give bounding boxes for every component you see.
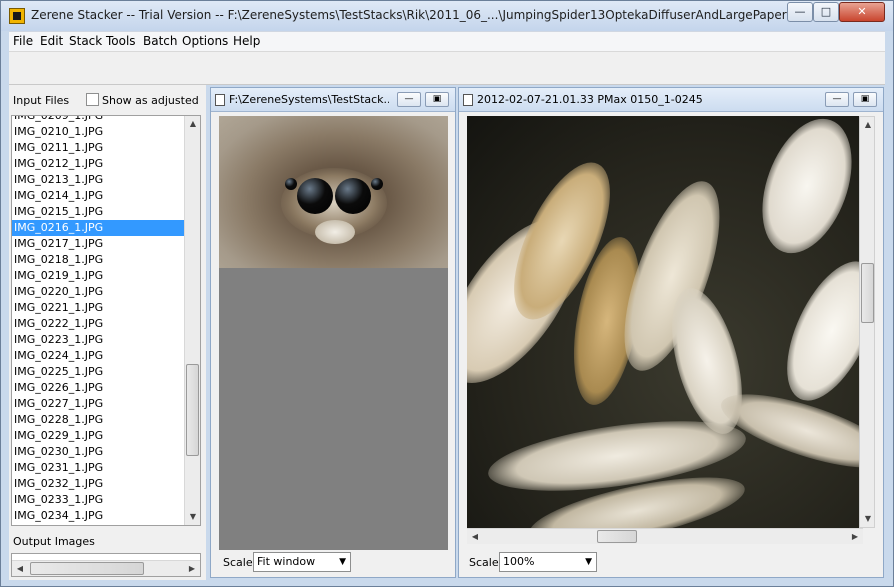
spider-eye-left bbox=[297, 178, 333, 214]
app-icon bbox=[9, 8, 25, 24]
output-image-list[interactable]: ◀ ▶ bbox=[11, 553, 201, 577]
spider-image bbox=[219, 116, 448, 268]
scroll-down-arrow[interactable]: ▼ bbox=[860, 511, 876, 527]
document-icon bbox=[463, 94, 473, 106]
file-list-item[interactable]: IMG_0219_1.JPG bbox=[12, 268, 186, 284]
output-scale-value: 100% bbox=[503, 555, 535, 568]
file-list-item[interactable]: IMG_0222_1.JPG bbox=[12, 316, 186, 332]
output-vscrollbar[interactable]: ▲ ▼ bbox=[859, 116, 875, 528]
hscroll-thumb[interactable] bbox=[30, 562, 144, 575]
file-list-item[interactable]: IMG_0211_1.JPG bbox=[12, 140, 186, 156]
hscroll-thumb[interactable] bbox=[597, 530, 637, 543]
chevron-down-icon: ▼ bbox=[339, 557, 346, 567]
file-list-item[interactable]: IMG_0233_1.JPG bbox=[12, 492, 186, 508]
input-file-list[interactable]: IMG_0209_1.JPG IMG_0210_1.JPG IMG_0211_1.J… bbox=[11, 115, 201, 526]
input-panel-titlebar: F:\ZereneSystems\TestStack... — ▣ bbox=[211, 88, 455, 112]
output-panel-minimize-button[interactable]: — bbox=[825, 92, 849, 107]
file-list-item[interactable]: IMG_0209_1.JPG bbox=[12, 116, 186, 124]
close-button[interactable]: ✕ bbox=[839, 2, 885, 22]
scroll-up-arrow[interactable]: ▲ bbox=[185, 116, 200, 132]
input-scale-value: Fit window bbox=[257, 555, 316, 568]
menu-edit[interactable]: Edit bbox=[40, 34, 63, 48]
file-list-item[interactable]: IMG_0213_1.JPG bbox=[12, 172, 186, 188]
output-panel-maximize-button[interactable]: ▣ bbox=[853, 92, 877, 107]
menu-help[interactable]: Help bbox=[233, 34, 260, 48]
toolbar bbox=[9, 51, 885, 85]
input-files-panel: Input Files Show as adjusted IMG_0209_1.… bbox=[9, 85, 206, 580]
file-list-item[interactable]: IMG_0216_1.JPG bbox=[12, 220, 186, 236]
window-title: Zerene Stacker -- Trial Version -- F:\Ze… bbox=[31, 8, 841, 22]
scroll-right-arrow[interactable]: ▶ bbox=[847, 529, 863, 545]
file-list-item[interactable]: IMG_0225_1.JPG bbox=[12, 364, 186, 380]
minimize-button[interactable]: — bbox=[787, 2, 813, 22]
scroll-up-arrow[interactable]: ▲ bbox=[860, 117, 876, 133]
maximize-button[interactable]: □ bbox=[813, 2, 839, 22]
input-files-label: Input Files bbox=[13, 94, 70, 107]
scroll-down-arrow[interactable]: ▼ bbox=[185, 509, 200, 525]
show-as-adjusted-checkbox[interactable] bbox=[86, 93, 99, 106]
file-list-item[interactable]: IMG_0220_1.JPG bbox=[12, 284, 186, 300]
document-icon bbox=[215, 94, 225, 106]
file-list-item[interactable]: IMG_0224_1.JPG bbox=[12, 348, 186, 364]
file-list-item[interactable]: IMG_0210_1.JPG bbox=[12, 124, 186, 140]
file-list-item[interactable]: IMG_0223_1.JPG bbox=[12, 332, 186, 348]
file-list-item[interactable]: IMG_0218_1.JPG bbox=[12, 252, 186, 268]
menu-bar: File Edit Stack Tools Batch Options Help bbox=[9, 31, 885, 51]
file-list-item[interactable]: IMG_0214_1.JPG bbox=[12, 188, 186, 204]
input-image-panel: F:\ZereneSystems\TestStack... — ▣ Scale … bbox=[210, 87, 456, 578]
title-bar: Zerene Stacker -- Trial Version -- F:\Ze… bbox=[1, 1, 893, 31]
output-list-hscrollbar[interactable]: ◀ ▶ bbox=[12, 560, 200, 576]
menu-options[interactable]: Options bbox=[182, 34, 228, 48]
file-list-item[interactable]: IMG_0234_1.JPG bbox=[12, 508, 186, 524]
output-panel-titlebar: 2012-02-07-21.01.33 PMax 0150_1-0245 — ▣ bbox=[459, 88, 883, 112]
file-list-scrollbar[interactable]: ▲ ▼ bbox=[184, 116, 200, 525]
file-list-item[interactable]: IMG_0212_1.JPG bbox=[12, 156, 186, 172]
file-list-item[interactable]: IMG_0226_1.JPG bbox=[12, 380, 186, 396]
scroll-left-arrow[interactable]: ◀ bbox=[12, 561, 28, 577]
input-panel-title: F:\ZereneSystems\TestStack... bbox=[229, 93, 389, 106]
chevron-down-icon: ▼ bbox=[585, 557, 592, 567]
input-scale-label: Scale bbox=[223, 556, 253, 569]
scroll-thumb[interactable] bbox=[186, 364, 199, 456]
output-images-label: Output Images bbox=[13, 535, 95, 548]
file-list-item[interactable]: IMG_0230_1.JPG bbox=[12, 444, 186, 460]
spider-eye-right bbox=[335, 178, 371, 214]
app-window: Zerene Stacker -- Trial Version -- F:\Ze… bbox=[0, 0, 894, 587]
output-scale-label: Scale bbox=[469, 556, 499, 569]
spider-eye-small-left bbox=[285, 178, 297, 190]
scroll-left-arrow[interactable]: ◀ bbox=[467, 529, 483, 545]
menu-batch[interactable]: Batch bbox=[143, 34, 178, 48]
output-hscrollbar[interactable]: ◀ ▶ bbox=[467, 528, 863, 544]
file-list-item[interactable]: IMG_0217_1.JPG bbox=[12, 236, 186, 252]
file-list-item[interactable]: IMG_0229_1.JPG bbox=[12, 428, 186, 444]
scroll-right-arrow[interactable]: ▶ bbox=[184, 561, 200, 577]
file-list-item[interactable]: IMG_0232_1.JPG bbox=[12, 476, 186, 492]
output-panel-title: 2012-02-07-21.01.33 PMax 0150_1-0245 bbox=[477, 93, 703, 106]
file-list-item[interactable]: IMG_0231_1.JPG bbox=[12, 460, 186, 476]
vscroll-thumb[interactable] bbox=[861, 263, 874, 323]
file-list-item[interactable]: IMG_0228_1.JPG bbox=[12, 412, 186, 428]
spider-eye-small-right bbox=[371, 178, 383, 190]
file-list-item[interactable]: IMG_0227_1.JPG bbox=[12, 396, 186, 412]
image-canvas-background bbox=[219, 268, 448, 550]
output-image-panel: 2012-02-07-21.01.33 PMax 0150_1-0245 — ▣… bbox=[458, 87, 884, 578]
stacked-output-image[interactable] bbox=[467, 116, 863, 528]
input-panel-minimize-button[interactable]: — bbox=[397, 92, 421, 107]
input-scale-select[interactable]: Fit window ▼ bbox=[253, 552, 351, 572]
file-list-item[interactable]: IMG_0215_1.JPG bbox=[12, 204, 186, 220]
menu-tools[interactable]: Tools bbox=[106, 34, 136, 48]
input-panel-maximize-button[interactable]: ▣ bbox=[425, 92, 449, 107]
menu-file[interactable]: File bbox=[13, 34, 33, 48]
menu-stack[interactable]: Stack bbox=[69, 34, 102, 48]
file-list-item[interactable]: IMG_0221_1.JPG bbox=[12, 300, 186, 316]
spider-chelicerae bbox=[315, 220, 355, 244]
output-scale-select[interactable]: 100% ▼ bbox=[499, 552, 597, 572]
show-as-adjusted-label: Show as adjusted bbox=[102, 94, 199, 107]
